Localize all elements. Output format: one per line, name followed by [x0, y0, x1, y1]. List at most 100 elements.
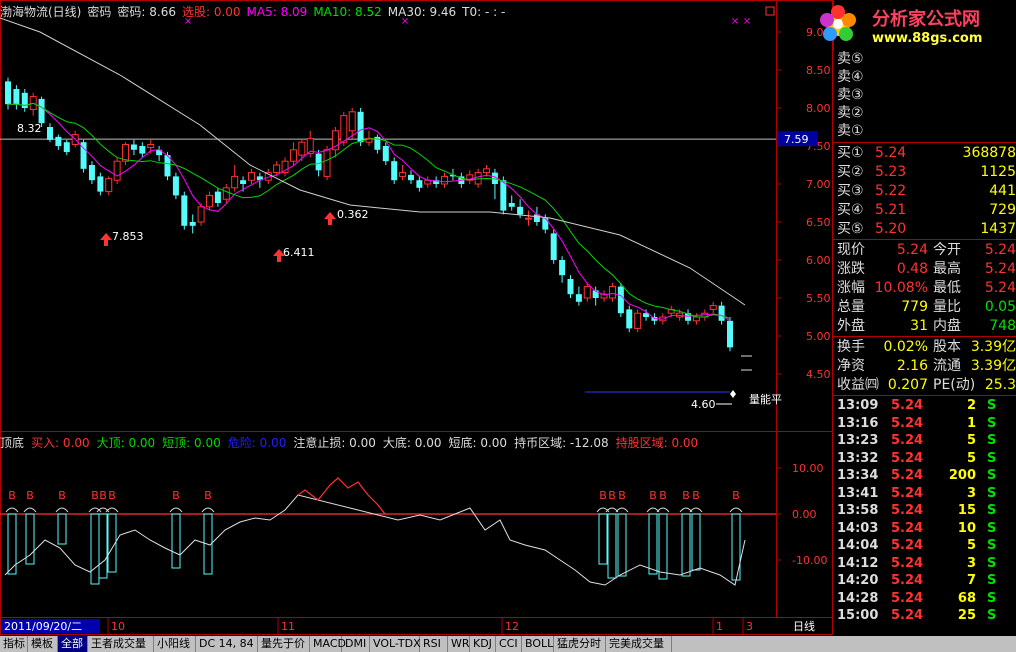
buy-row: 买③ 5.22 441: [835, 182, 1016, 201]
tick-cell: 15:00: [837, 608, 879, 623]
month-label: 12: [505, 620, 519, 633]
tick-cell: 7: [966, 573, 976, 588]
tab-12[interactable]: KDJ: [470, 636, 496, 652]
indicator-header: 顶底 买入: 0.00 大顶: 0.00 短顶: 0.00 危险: 0.00 注意止损: …: [0, 434, 705, 451]
b-marker: B: [692, 489, 700, 502]
tab-9[interactable]: VOL-TDX: [370, 636, 421, 652]
price-axis-label: 7.00: [806, 178, 831, 191]
tab-2[interactable]: 全部: [58, 636, 88, 652]
tick-cell: 13:09: [837, 398, 879, 413]
tab-4[interactable]: 小阳线: [154, 636, 196, 652]
tick-cell: S: [987, 485, 997, 501]
tick-cell: 5.24: [891, 555, 924, 571]
buy-row: 买④ 5.21 729: [835, 201, 1016, 220]
cyan-signal-bar: [681, 513, 691, 577]
tick-cell: 5: [966, 538, 976, 553]
quote-row-cell: 10.08%: [874, 280, 928, 296]
candle-body-down: [130, 144, 137, 150]
candle-body-down: [97, 176, 104, 192]
candle-body-down: [315, 153, 322, 171]
tab-7[interactable]: MACD: [310, 636, 346, 652]
tab-3[interactable]: 王者成交量: [88, 636, 154, 652]
tick-cell: 15: [957, 503, 976, 518]
sell-row: 卖⑤: [835, 50, 1016, 69]
tick-cell: S: [987, 398, 997, 413]
quote-row-cell: 5.24: [896, 242, 928, 258]
danger-value: 危险: 0.00: [227, 436, 287, 450]
quote-row-cell: 31: [910, 318, 928, 334]
month-label: 11: [281, 620, 295, 633]
low-label: 6.411: [283, 246, 315, 259]
orderbook-v1: 5.23: [875, 164, 907, 180]
tab-1[interactable]: 模板: [28, 636, 58, 652]
candle-body-up: [634, 312, 642, 329]
candle-body-down: [214, 191, 221, 203]
tick-cell: 5.24: [891, 468, 924, 483]
ind-axis-label: 10.00: [792, 462, 824, 475]
candle-body-up: [483, 168, 491, 174]
candle-body-up: [247, 172, 255, 181]
tab-13[interactable]: CCI: [496, 636, 522, 652]
quote-row: 涨跌 0.48 最高 5.24: [835, 260, 1016, 279]
sell-label: 卖①: [837, 123, 864, 139]
indicator-tab-bar: 指标 模板 全部 王者成交量 小阳线 DC 14, 84 量先于价 MACD DMI VOL-TD…: [0, 636, 1016, 652]
quote-row-cell: 总量: [837, 299, 865, 315]
logo-url: www.88gs.com: [872, 31, 983, 46]
xuangu-value: 选股: 0.00: [181, 5, 241, 19]
candle-body-down: [517, 206, 524, 215]
tab-8[interactable]: DMI: [342, 636, 370, 652]
cyan-signal-bar: [90, 513, 100, 585]
candle-body-down: [63, 142, 70, 153]
b-arc: [201, 507, 215, 513]
cyan-signal-bar: [598, 513, 608, 565]
b-arc: [105, 507, 119, 513]
orderbook-v3: 441: [989, 183, 1016, 199]
quote-row-cell: 0.05: [984, 299, 1016, 315]
tab-6[interactable]: 量先于价: [258, 636, 310, 652]
tab-10[interactable]: RSI: [420, 636, 448, 652]
tick-cell: S: [987, 538, 997, 553]
sell-label: 卖③: [837, 87, 864, 103]
sell-label: 卖②: [837, 105, 864, 121]
fundamental-row-cell: 25.3: [984, 377, 1016, 393]
cyan-signal-bar: [57, 513, 67, 545]
candle-body-down: [382, 146, 389, 162]
hold-zone-value: 持币区域: -12.08: [514, 436, 609, 450]
tab-15[interactable]: 猛虎分时: [554, 636, 606, 652]
tick-cell: 13:23: [837, 433, 879, 448]
fundamental-row: 换手 0.02% 股本 3.39亿: [835, 338, 1016, 357]
candle-body-up: [441, 175, 449, 185]
tick-cell: 2: [966, 398, 976, 413]
tick-row: 13:32 5.24 5 S: [835, 450, 1016, 468]
tab-16[interactable]: 完美成交量: [606, 636, 672, 652]
b-marker: B: [732, 489, 740, 502]
stock-title: 渤海物流(日线): [0, 5, 82, 19]
tab-5[interactable]: DC 14, 84: [196, 636, 258, 652]
b-marker: B: [599, 489, 607, 502]
tick-cell: S: [987, 520, 997, 536]
orderbook-v3: 368878: [962, 145, 1016, 161]
tick-cell: 5.24: [891, 503, 924, 518]
big-bottom-value: 大底: 0.00: [382, 436, 442, 450]
volume-flat-label: 量能平: [749, 392, 782, 406]
orderbook-lbl: 买④: [837, 202, 864, 218]
candle-body-down: [13, 89, 20, 105]
quote-row-cell: 内盘: [933, 318, 961, 334]
b-marker: B: [204, 489, 212, 502]
price-axis-label: 8.50: [806, 64, 831, 77]
quote-row: 涨幅 10.08% 最低 5.24: [835, 279, 1016, 298]
candle-body-down: [407, 174, 414, 181]
tab-0[interactable]: 指标: [0, 636, 28, 652]
tick-cell: S: [987, 573, 997, 588]
month-label: 3: [746, 620, 753, 633]
cyan-signal-bar: [171, 513, 181, 569]
candle-body-up: [298, 141, 306, 156]
candle-body-down: [5, 81, 11, 105]
candle-body-down: [391, 161, 398, 181]
cyan-signal-bar: [648, 513, 658, 575]
cyan-signal-bar: [98, 513, 108, 579]
tab-14[interactable]: BOLL: [522, 636, 554, 652]
tab-11[interactable]: WR: [448, 636, 470, 652]
quote-row-cell: 779: [901, 299, 928, 315]
price-axis-label: 8.00: [806, 102, 831, 115]
